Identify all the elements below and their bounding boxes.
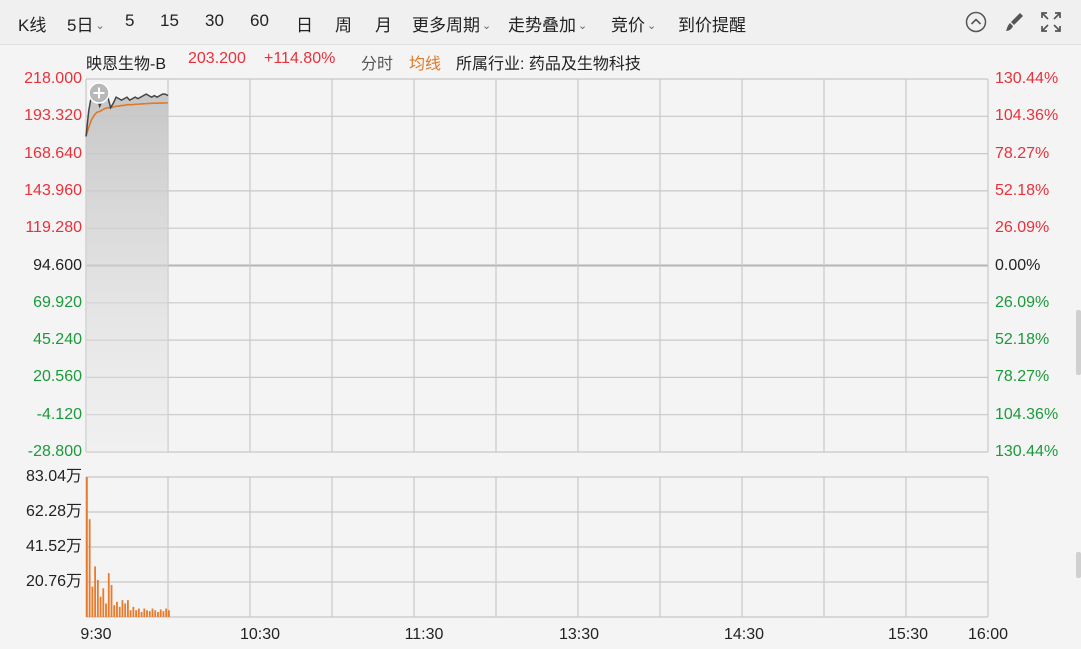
- volume-tick-label: 83.04万: [25, 468, 82, 485]
- percent-tick-label: 78.27%: [995, 368, 1050, 386]
- percent-tick-label: 130.44%: [995, 70, 1059, 87]
- price-tick-label: 218.000: [24, 70, 82, 87]
- time-tick-label: 13:30: [558, 626, 600, 643]
- volume-bar: [116, 601, 118, 617]
- volume-bar: [121, 600, 124, 617]
- time-tick-label: 10:30: [239, 626, 281, 643]
- volume-bar: [146, 610, 148, 617]
- price-tick-label: 193.320: [24, 107, 82, 125]
- volume-bar: [165, 608, 168, 617]
- intraday-chart: [85, 78, 989, 618]
- volume-bar: [127, 600, 129, 617]
- volume-bar: [154, 610, 157, 617]
- percent-tick-label: 52.18%: [995, 181, 1050, 199]
- price-tick-label: 143.960: [24, 181, 82, 199]
- percent-tick-label: 0.00%: [995, 256, 1041, 274]
- price-tick-label: 69.920: [33, 293, 82, 311]
- volume-bar: [110, 584, 113, 617]
- percent-tick-label: 26.09%: [995, 293, 1050, 311]
- price-tick-label: -4.120: [36, 405, 82, 423]
- volume-tick-label: 62.28万: [25, 503, 82, 520]
- volume-bar: [137, 608, 140, 617]
- volume-bar: [159, 609, 162, 617]
- price-tick-label: 45.240: [33, 331, 82, 349]
- volume-bar: [151, 608, 154, 617]
- percent-tick-label: 52.18%: [995, 331, 1050, 349]
- time-tick-label: 9:30: [80, 626, 112, 643]
- volume-bar: [135, 610, 137, 617]
- volume-bar: [118, 606, 121, 617]
- volume-bar: [88, 519, 91, 617]
- price-tick-label: 94.600: [33, 256, 82, 274]
- volume-bar: [96, 579, 99, 617]
- volume-bar: [157, 611, 159, 617]
- percent-tick-label: 26.09%: [995, 219, 1050, 237]
- add-overlay-icon[interactable]: [88, 82, 110, 104]
- time-tick-label: 11:30: [404, 626, 444, 643]
- time-tick-label: 14:30: [723, 626, 765, 643]
- scrollbar-thumb-lower[interactable]: [1076, 552, 1081, 578]
- volume-bar: [148, 611, 151, 617]
- price-tick-label: 119.280: [25, 219, 82, 237]
- volume-bar: [94, 566, 96, 617]
- volume-bar: [105, 603, 107, 617]
- price-area-fill: [86, 94, 168, 452]
- volume-bar: [102, 588, 105, 617]
- time-tick-label: 15:30: [887, 626, 929, 643]
- volume-bar: [140, 611, 143, 617]
- volume-bar: [107, 573, 110, 617]
- price-tick-label: 168.640: [24, 144, 82, 162]
- time-tick-label: 16:00: [967, 626, 1009, 643]
- volume-bar: [143, 608, 146, 617]
- percent-tick-label: 104.36%: [995, 405, 1059, 423]
- volume-bar: [132, 606, 135, 617]
- scrollbar-thumb[interactable]: [1076, 310, 1081, 375]
- volume-bar: [124, 603, 127, 617]
- volume-bar: [91, 586, 94, 617]
- percent-tick-label: 78.27%: [995, 144, 1050, 162]
- volume-bar: [86, 477, 88, 617]
- volume-tick-label: 20.76万: [25, 573, 82, 590]
- price-tick-label: -28.800: [27, 443, 82, 460]
- percent-tick-label: 130.44%: [995, 443, 1059, 460]
- volume-bar: [99, 596, 102, 617]
- volume-bar: [168, 610, 170, 617]
- volume-bar: [162, 611, 165, 617]
- volume-tick-label: 41.52万: [25, 538, 82, 555]
- percent-tick-label: 104.36%: [995, 107, 1059, 125]
- volume-bar: [113, 605, 116, 617]
- volume-bar: [129, 610, 132, 617]
- price-tick-label: 20.560: [33, 368, 82, 386]
